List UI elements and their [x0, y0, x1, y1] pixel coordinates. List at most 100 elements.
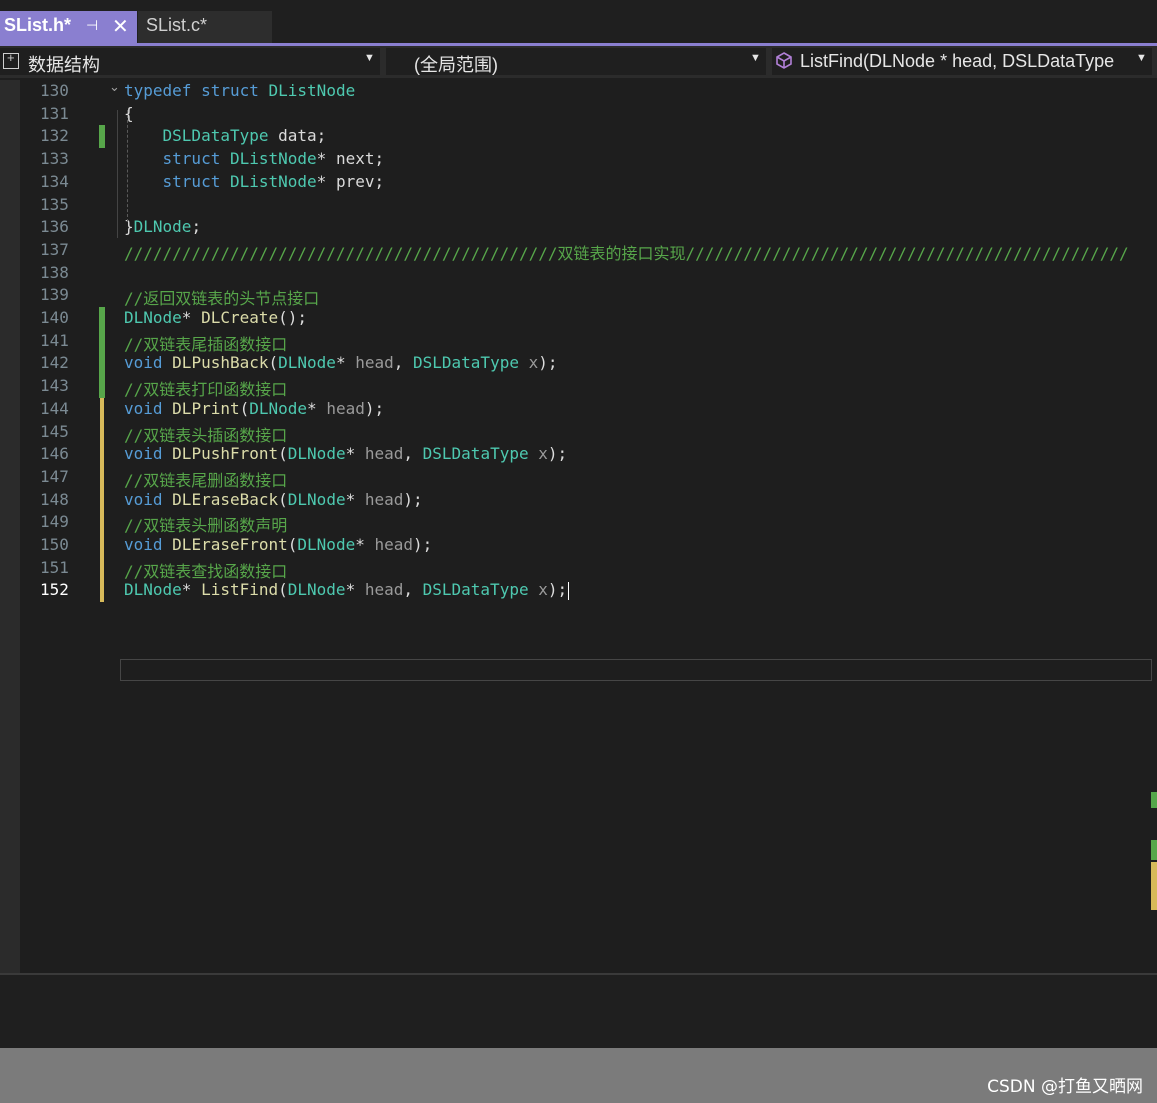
code-token: (	[287, 535, 298, 554]
change-indicator	[99, 329, 105, 353]
code-token: ////////////////////////////////////////…	[124, 243, 1129, 263]
code-text: //双链表头删函数声明	[124, 512, 287, 536]
code-line[interactable]: 151 //双链表查找函数接口	[0, 556, 1157, 582]
code-line[interactable]: 139 //返回双链表的头节点接口	[0, 284, 1157, 309]
code-token: //双链表尾插函数接口	[124, 334, 288, 354]
code-line[interactable]: 132 DSLDataType data;	[0, 125, 1157, 149]
member-dropdown[interactable]: ListFind(DLNode * head, DSLDataType ▼	[772, 48, 1152, 75]
code-token: //返回双链表的头节点接口	[124, 289, 320, 309]
code-token: head	[374, 535, 413, 554]
code-token: *	[345, 580, 365, 600]
code-token: );	[403, 489, 423, 509]
code-token: (	[278, 489, 288, 509]
code-line[interactable]: 152 DLNode* ListFind(DLNode* head, DSLDat…	[0, 579, 1157, 603]
code-token: *	[307, 398, 327, 418]
code-line[interactable]: 143 //双链表打印函数接口	[0, 375, 1157, 400]
code-token: //双链表打印函数接口	[124, 380, 288, 400]
code-token: (	[268, 353, 279, 373]
code-token: DSLDataType	[422, 444, 529, 464]
code-text: //双链表尾插函数接口	[124, 331, 287, 355]
pin-icon[interactable]: ⊣	[86, 18, 98, 34]
code-line[interactable]: 147 //双链表尾删函数接口	[0, 465, 1157, 491]
line-number: 142	[40, 353, 69, 373]
code-text: //双链表头插函数接口	[124, 422, 287, 446]
close-icon[interactable]: ✕	[112, 14, 129, 38]
line-number: 145	[40, 421, 69, 441]
code-line[interactable]: 146 void DLPushFront(DLNode* head, DSLDat…	[0, 443, 1157, 467]
code-token: *	[345, 489, 365, 509]
code-token: DLNode	[297, 535, 356, 554]
code-token: x	[538, 580, 548, 600]
code-token: (	[278, 580, 288, 600]
fold-toggle-icon[interactable]: ⌄	[109, 80, 120, 95]
code-line[interactable]: 150 void DLEraseFront(DLNode* head);	[0, 534, 1157, 557]
code-line[interactable]: 134 struct DListNode* prev;	[0, 171, 1157, 193]
code-text: //双链表查找函数接口	[124, 558, 287, 582]
current-line-highlight	[120, 659, 1152, 681]
scrollbar-change-marker	[1151, 862, 1157, 910]
code-token: DLEraseFront	[172, 535, 288, 554]
line-number: 148	[40, 489, 69, 509]
tab-slist-h[interactable]: SList.h* ⊣ ✕	[0, 11, 137, 43]
line-number: 152	[40, 580, 69, 600]
code-token: DLNode	[278, 353, 336, 373]
text-caret	[568, 581, 570, 600]
code-token: );	[538, 353, 558, 373]
code-text: //双链表尾删函数接口	[124, 467, 287, 491]
code-editor[interactable]: 130 ⌄ typedef struct DListNode 131 {132 DSLD…	[0, 80, 1157, 973]
code-token: data	[278, 126, 317, 146]
code-line[interactable]: 144 void DLPrint(DLNode* head);	[0, 397, 1157, 421]
line-number: 150	[40, 535, 69, 554]
code-token: DSLDataType	[422, 580, 529, 600]
project-label: 数据结构	[28, 55, 100, 75]
code-token: //双链表头删函数声明	[124, 516, 288, 536]
scope-dropdown[interactable]: (全局范围) ▼	[386, 48, 766, 75]
line-number: 151	[40, 557, 69, 577]
change-indicator	[100, 443, 104, 467]
code-token: struct	[201, 81, 259, 100]
line-number: 143	[40, 376, 69, 396]
code-token: *	[345, 444, 365, 464]
code-line[interactable]: 142 void DLPushBack(DLNode* head, DSLData…	[0, 352, 1157, 376]
line-number: 138	[40, 262, 69, 282]
code-text: ////////////////////////////////////////…	[124, 240, 1129, 264]
code-token: DLNode	[287, 489, 346, 509]
code-line[interactable]: 137 /////////////////////////////////////…	[0, 239, 1157, 264]
scrollbar-change-marker	[1151, 792, 1157, 808]
code-text: }DLNode;	[124, 217, 201, 236]
navigation-bar: 数据结构 ▼ (全局范围) ▼ ListFind(DLNode * head, …	[0, 46, 1157, 78]
code-line[interactable]: 149 //双链表头删函数声明	[0, 511, 1157, 536]
code-line[interactable]: 133 struct DListNode* next;	[0, 148, 1157, 170]
code-token: ;	[191, 217, 202, 237]
code-token: *	[355, 535, 375, 554]
code-token: //双链表头插函数接口	[124, 425, 288, 445]
code-line[interactable]: 131 {	[0, 103, 1157, 125]
code-token: DLNode	[287, 444, 346, 464]
code-token: (	[278, 444, 288, 464]
code-line[interactable]: 130 ⌄ typedef struct DListNode	[0, 80, 1157, 102]
code-token: {	[124, 103, 134, 123]
code-token: (	[239, 398, 250, 418]
code-line[interactable]: 148 void DLEraseBack(DLNode* head);	[0, 488, 1157, 512]
code-token: *	[181, 308, 202, 327]
change-indicator	[100, 556, 104, 580]
code-token: DLNode	[287, 580, 346, 600]
code-line[interactable]: 138	[0, 262, 1157, 284]
code-line[interactable]: 140 DLNode* DLCreate();	[0, 307, 1157, 330]
code-line[interactable]: 141 //双链表尾插函数接口	[0, 329, 1157, 355]
change-indicator	[100, 397, 104, 421]
code-token: head	[355, 353, 394, 373]
code-line[interactable]: 135	[0, 194, 1157, 216]
code-token: DLNode	[124, 308, 182, 327]
code-token: head	[364, 580, 404, 600]
tab-slist-c[interactable]: SList.c*	[138, 11, 272, 43]
project-dropdown[interactable]: 数据结构 ▼	[0, 48, 380, 75]
code-line[interactable]: 145 //双链表头插函数接口	[0, 420, 1157, 446]
code-line[interactable]: 136}DLNode;	[0, 216, 1157, 238]
